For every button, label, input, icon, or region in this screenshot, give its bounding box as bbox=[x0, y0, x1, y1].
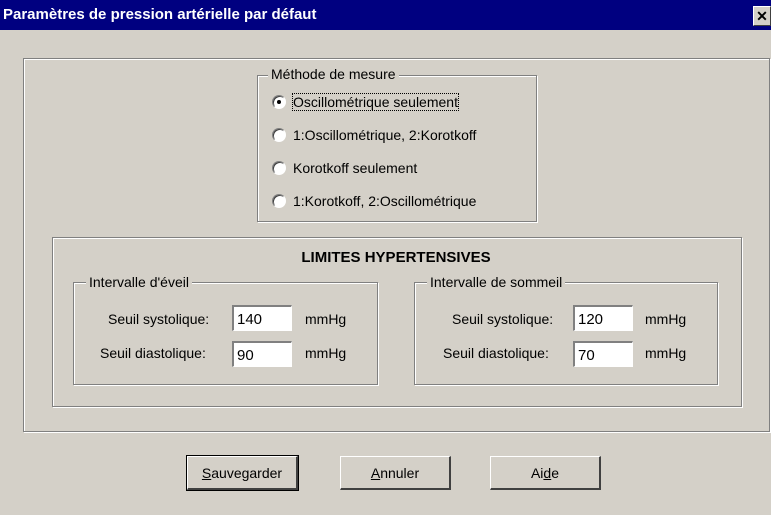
awake-groupbox bbox=[73, 282, 378, 385]
window-title: Paramètres de pression artérielle par dé… bbox=[3, 6, 317, 23]
radio-osc-then-korotkoff[interactable]: 1:Oscillométrique, 2:Korotkoff bbox=[272, 125, 476, 145]
save-button[interactable]: Sauvegarder bbox=[186, 455, 299, 491]
close-icon[interactable]: ✕ bbox=[753, 6, 771, 26]
radio-korotkoff-only[interactable]: Korotkoff seulement bbox=[272, 158, 417, 178]
radio-button[interactable] bbox=[272, 161, 286, 175]
sleep-systolic-unit: mmHg bbox=[645, 311, 687, 327]
awake-systolic-label: Seuil systolique: bbox=[108, 311, 210, 327]
sleep-groupbox bbox=[414, 282, 718, 385]
sleep-diastolic-label: Seuil diastolique: bbox=[443, 345, 549, 361]
save-label-rest: auvegarder bbox=[211, 465, 283, 481]
awake-diastolic-label: Seuil diastolique: bbox=[100, 345, 206, 361]
help-button[interactable]: Aide bbox=[490, 456, 601, 490]
cancel-label-rest: nnuler bbox=[380, 465, 420, 481]
sleep-diastolic-input[interactable]: 70 bbox=[573, 341, 633, 367]
radio-button[interactable] bbox=[272, 194, 286, 208]
radio-oscillometric-only[interactable]: Oscillométrique seulement bbox=[272, 92, 459, 112]
radio-label: Oscillométrique seulement bbox=[292, 93, 459, 111]
sleep-systolic-label: Seuil systolique: bbox=[452, 311, 554, 327]
radio-button[interactable] bbox=[272, 128, 286, 142]
cancel-button[interactable]: Annuler bbox=[340, 456, 451, 490]
save-mnemonic: S bbox=[201, 465, 212, 481]
radio-korotkoff-then-osc[interactable]: 1:Korotkoff, 2:Oscillométrique bbox=[272, 191, 476, 211]
radio-button-checked[interactable] bbox=[272, 95, 286, 109]
awake-diastolic-unit: mmHg bbox=[305, 345, 347, 361]
title-bar: Paramètres de pression artérielle par dé… bbox=[0, 0, 771, 30]
radio-label: 1:Korotkoff, 2:Oscillométrique bbox=[293, 193, 477, 209]
radio-label: Korotkoff seulement bbox=[293, 160, 418, 176]
limits-title: LIMITES HYPERTENSIVES bbox=[301, 249, 491, 266]
cancel-mnemonic: A bbox=[370, 465, 381, 481]
help-label-rest: e bbox=[551, 465, 560, 481]
radio-label: 1:Oscillométrique, 2:Korotkoff bbox=[293, 127, 477, 143]
sleep-legend: Intervalle de sommeil bbox=[427, 274, 566, 290]
awake-systolic-input[interactable]: 140 bbox=[232, 305, 292, 331]
awake-diastolic-input[interactable]: 90 bbox=[232, 341, 292, 367]
help-label-pre: Ai bbox=[530, 465, 544, 481]
awake-systolic-unit: mmHg bbox=[305, 311, 347, 327]
awake-legend: Intervalle d'éveil bbox=[86, 274, 192, 290]
sleep-systolic-input[interactable]: 120 bbox=[573, 305, 633, 331]
method-legend: Méthode de mesure bbox=[268, 66, 399, 82]
sleep-diastolic-unit: mmHg bbox=[645, 345, 687, 361]
